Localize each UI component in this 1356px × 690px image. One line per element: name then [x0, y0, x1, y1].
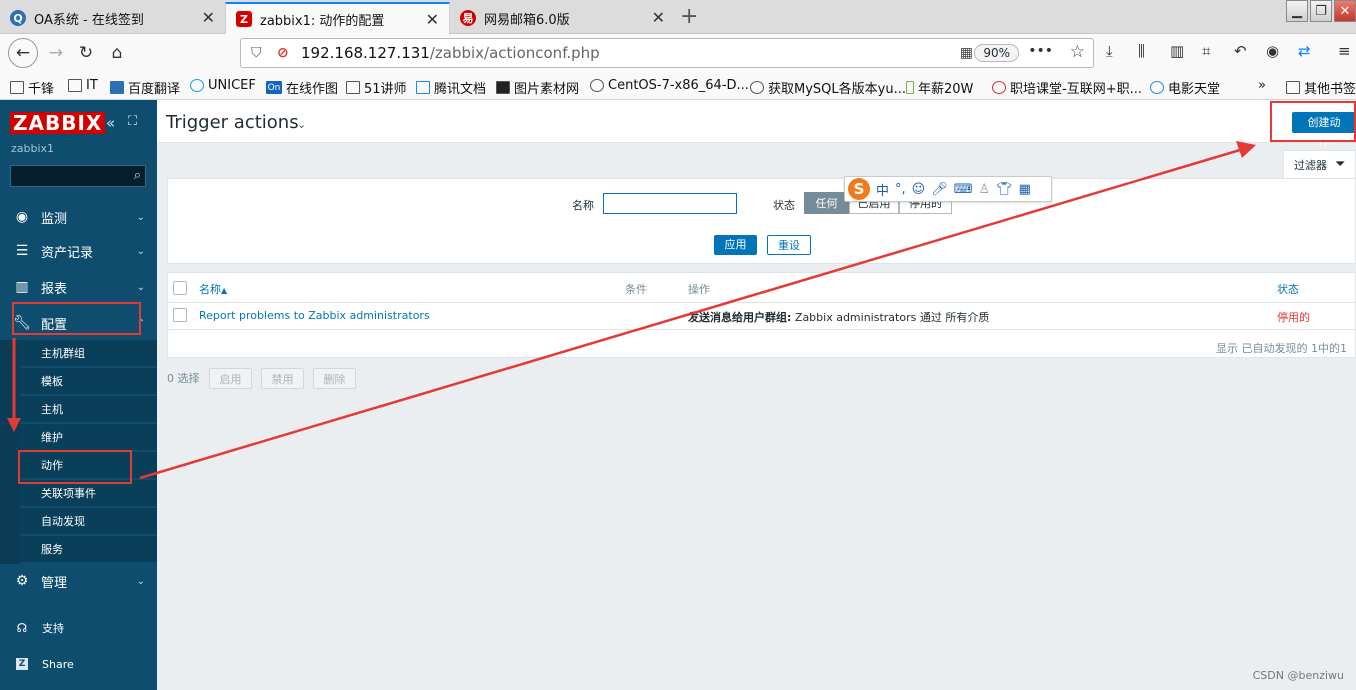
- annotation-arrow-diagonal: [139, 148, 1241, 480]
- annotation-arrows: [7, 141, 1256, 480]
- arrow-head-icon: [7, 418, 21, 432]
- arrow-head-icon: [1236, 141, 1256, 158]
